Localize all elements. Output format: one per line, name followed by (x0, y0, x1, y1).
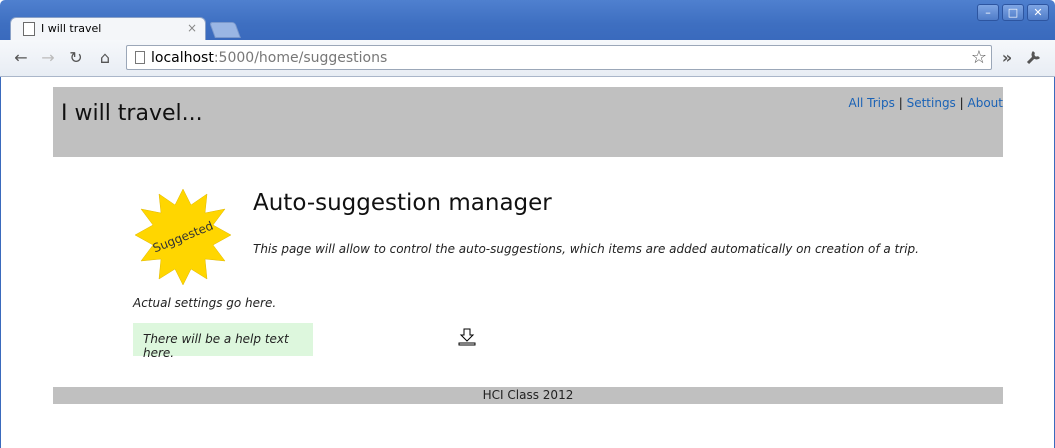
home-icon[interactable]: ⌂ (95, 48, 115, 68)
settings-placeholder: Actual settings go here. (133, 296, 277, 310)
tab-close-icon[interactable]: × (187, 21, 197, 35)
bookmark-star-icon[interactable]: ☆ (971, 47, 987, 68)
maximize-button[interactable]: □ (1002, 4, 1024, 21)
chevron-more-icon[interactable]: » (997, 48, 1017, 68)
back-icon[interactable]: ← (11, 48, 31, 68)
minimize-button[interactable]: – (977, 4, 999, 21)
close-window-button[interactable]: ✕ (1027, 4, 1049, 21)
suggested-badge-icon: Suggested (134, 188, 232, 286)
page-icon (135, 51, 145, 64)
forward-icon[interactable]: → (38, 48, 58, 68)
nav-about-link[interactable]: About (968, 96, 1003, 110)
help-box: There will be a help text here. (133, 323, 313, 360)
url-path: :5000/home/suggestions (213, 50, 388, 66)
nav-separator: | (959, 96, 964, 110)
page-icon (23, 22, 35, 36)
site-footer: HCI Class 2012 (53, 387, 1003, 404)
url-text: localhost:5000/home/suggestions (151, 50, 387, 66)
window-titlebar: I will travel × – □ ✕ (0, 0, 1055, 41)
browser-toolbar: ← → ↻ ⌂ localhost:5000/home/suggestions … (0, 40, 1055, 77)
download-cursor-icon (458, 328, 476, 346)
address-bar[interactable]: localhost:5000/home/suggestions ☆ (126, 45, 992, 70)
wrench-icon[interactable] (1024, 48, 1044, 68)
site-nav: All Trips | Settings | About (848, 96, 1003, 110)
new-tab-button[interactable] (209, 22, 241, 38)
tab-title: I will travel (41, 22, 102, 35)
page-title: Auto-suggestion manager (253, 190, 552, 216)
site-header: I will travel... All Trips | Settings | … (53, 87, 1003, 157)
site-title: I will travel... (61, 101, 203, 126)
nav-separator: | (898, 96, 903, 110)
nav-settings-link[interactable]: Settings (907, 96, 956, 110)
page-description: This page will allow to control the auto… (253, 242, 919, 256)
reload-icon[interactable]: ↻ (66, 48, 86, 68)
browser-tab[interactable]: I will travel × (10, 17, 206, 41)
nav-all-trips-link[interactable]: All Trips (848, 96, 894, 110)
url-host: localhost (151, 50, 214, 66)
